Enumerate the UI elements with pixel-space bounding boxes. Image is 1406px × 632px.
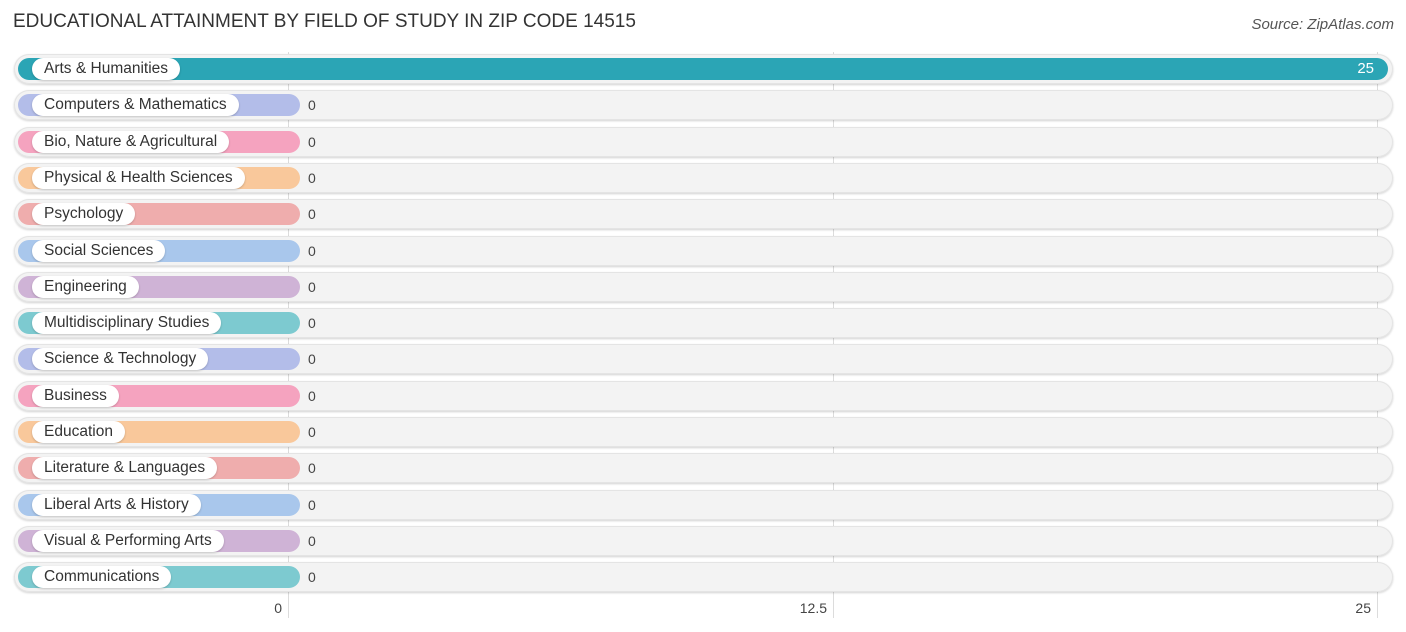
bar-row: Computers & Mathematics 0 [14, 90, 1393, 120]
category-label: Bio, Nature & Agricultural [32, 131, 230, 153]
bar-row: Arts & Humanities 25 [14, 54, 1393, 84]
bar-row: Multidisciplinary Studies 0 [14, 308, 1393, 338]
value-label: 25 [1357, 60, 1374, 77]
bar-row: Science & Technology 0 [14, 344, 1393, 374]
bar-row: Communications 0 [14, 562, 1393, 592]
value-label: 0 [308, 497, 316, 513]
value-label: 0 [308, 351, 316, 367]
bar-row: Physical & Health Sciences 0 [14, 163, 1393, 193]
x-tick-label: 12.5 [799, 600, 827, 616]
bar-row: Social Sciences 0 [14, 236, 1393, 266]
bar-row: Literature & Languages 0 [14, 453, 1393, 483]
value-label: 0 [308, 97, 316, 113]
category-label: Multidisciplinary Studies [32, 312, 222, 334]
category-label: Social Sciences [32, 240, 166, 262]
category-label: Liberal Arts & History [32, 494, 201, 516]
bar-row: Visual & Performing Arts 0 [14, 526, 1393, 556]
bar-row: Engineering 0 [14, 272, 1393, 302]
bar-row: Bio, Nature & Agricultural 0 [14, 127, 1393, 157]
value-label: 0 [308, 388, 316, 404]
value-label: 0 [308, 279, 316, 295]
value-label: 0 [308, 243, 316, 259]
bar-row: Education 0 [14, 417, 1393, 447]
category-label: Literature & Languages [32, 457, 218, 479]
category-label: Psychology [32, 203, 136, 225]
x-tick-label: 25 [1355, 600, 1371, 616]
x-tick-label: 0 [274, 600, 282, 616]
bar[interactable] [18, 58, 1388, 80]
value-label: 0 [308, 533, 316, 549]
value-label: 0 [308, 460, 316, 476]
category-label: Business [32, 385, 119, 407]
value-label: 0 [308, 206, 316, 222]
value-label: 0 [308, 134, 316, 150]
category-label: Arts & Humanities [32, 58, 181, 80]
category-label: Education [32, 421, 125, 443]
category-label: Engineering [32, 276, 139, 298]
category-label: Physical & Health Sciences [32, 167, 245, 189]
bar-chart: 0 12.5 25 Arts & Humanities 25 Computers & Ma… [0, 0, 1406, 632]
category-label: Science & Technology [32, 348, 209, 370]
bar-row: Liberal Arts & History 0 [14, 490, 1393, 520]
value-label: 0 [308, 170, 316, 186]
bar-row: Psychology 0 [14, 199, 1393, 229]
value-label: 0 [308, 315, 316, 331]
category-label: Communications [32, 566, 172, 588]
category-label: Computers & Mathematics [32, 94, 239, 116]
category-label: Visual & Performing Arts [32, 530, 224, 552]
value-label: 0 [308, 424, 316, 440]
value-label: 0 [308, 569, 316, 585]
bar-row: Business 0 [14, 381, 1393, 411]
